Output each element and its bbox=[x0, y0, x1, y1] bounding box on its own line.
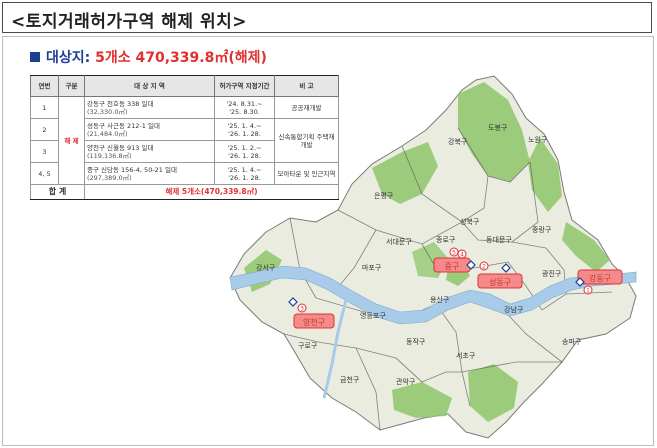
district-label: 용산구 bbox=[430, 295, 450, 304]
district-label: 강서구 bbox=[256, 263, 276, 272]
district-label: 마포구 bbox=[362, 263, 382, 272]
highlight-label: 양천구 bbox=[303, 317, 325, 327]
row-area: 양천구 신월동 913 일대 (119,136.8㎡) bbox=[84, 140, 215, 163]
district-label: 은평구 bbox=[374, 191, 394, 200]
highlight-label: 중구 bbox=[445, 262, 460, 271]
district-label: 광진구 bbox=[542, 269, 562, 278]
seoul-map: 도봉구 노원구 강북구 은평구 성북구 중랑구 종로구 동대문구 서대문구 마포… bbox=[229, 75, 637, 439]
district-label: 성북구 bbox=[460, 217, 480, 226]
district-label: 영등포구 bbox=[360, 311, 386, 320]
row-no: 4, 5 bbox=[30, 162, 59, 185]
district-label: 종로구 bbox=[436, 236, 456, 244]
row-area: 중구 신당동 156-4, 50-21 일대 (297,389.0㎡) bbox=[84, 162, 215, 185]
header-no: 연번 bbox=[30, 75, 59, 97]
district-label: 금천구 bbox=[340, 375, 360, 384]
highlight-label: 성동구 bbox=[489, 278, 511, 287]
highlight-label: 강동구 bbox=[589, 273, 611, 283]
district-label: 강남구 bbox=[504, 305, 524, 314]
page-title: <토지거래허가구역 해제 위치> bbox=[11, 12, 248, 32]
row-area: 성동구 사근동 212-1 일대 (21,484.0㎡) bbox=[84, 118, 215, 141]
district-label: 노원구 bbox=[528, 135, 548, 144]
header-category: 구분 bbox=[58, 75, 85, 97]
summary-line: 대상지: 5개소 470,339.8㎡(해제) bbox=[30, 47, 267, 67]
row-no: 3 bbox=[30, 140, 59, 163]
district-label: 송파구 bbox=[562, 337, 582, 346]
district-label: 구로구 bbox=[298, 342, 318, 350]
category-cell: 해 제 bbox=[58, 96, 85, 185]
marker-number: 3 bbox=[300, 306, 304, 313]
district-label: 관악구 bbox=[396, 377, 416, 386]
district-label: 중랑구 bbox=[532, 226, 552, 234]
district-label: 도봉구 bbox=[488, 124, 508, 132]
marker-number: 4 bbox=[460, 252, 464, 259]
district-label: 동대문구 bbox=[486, 236, 512, 244]
district-label: 서초구 bbox=[456, 351, 476, 360]
marker-number: 1 bbox=[586, 288, 590, 295]
row-no: 2 bbox=[30, 118, 59, 141]
summary-label: 대상지: bbox=[46, 50, 91, 66]
marker-number: 5 bbox=[452, 250, 456, 257]
header-area: 대 상 지 역 bbox=[84, 75, 215, 97]
title-box: <토지거래허가구역 해제 위치> bbox=[2, 2, 652, 33]
district-label: 강북구 bbox=[448, 137, 468, 146]
district-label: 동작구 bbox=[406, 337, 426, 346]
district-label: 서대문구 bbox=[386, 237, 412, 246]
summary-value: 5개소 470,339.8㎡(해제) bbox=[95, 50, 267, 66]
row-area: 강동구 천호동 338 일대 (32,330.0㎡) bbox=[84, 96, 215, 119]
row-no: 1 bbox=[30, 96, 59, 119]
marker-number: 2 bbox=[482, 264, 486, 271]
total-label: 합 계 bbox=[30, 184, 85, 200]
square-bullet-icon bbox=[30, 52, 40, 62]
